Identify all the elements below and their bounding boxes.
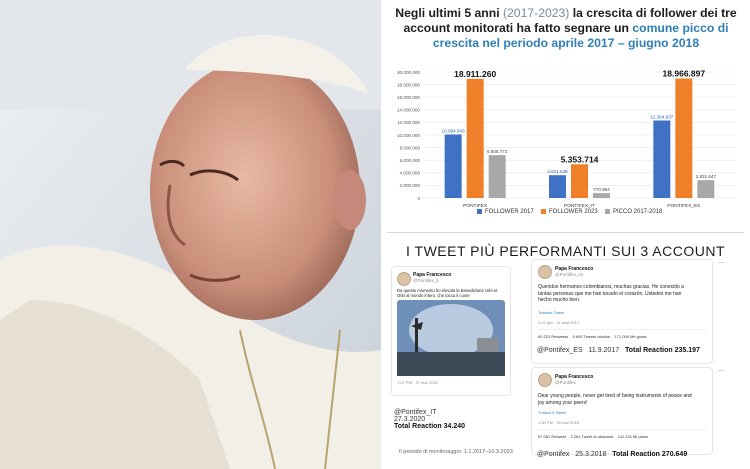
legend-label: PICCO 2017-2018 <box>613 209 663 216</box>
y-tick-label: 0 <box>417 196 420 201</box>
bar <box>549 175 566 198</box>
bar <box>697 180 715 198</box>
bar-value-label: 18.966.897 <box>663 69 706 79</box>
bar-value-label: 3.621.635 <box>547 169 568 174</box>
divider <box>538 429 706 430</box>
bar-value-label: 6.805.772 <box>487 149 508 154</box>
divider <box>387 232 744 233</box>
tweet-text: Dear young people, never get tired of be… <box>538 393 692 406</box>
tweet-stats: 60.223 Retweets 5.605 Tweets citados 171… <box>538 334 647 339</box>
bar <box>466 78 484 198</box>
tweet-author-handle: @Pontifex_es <box>555 272 584 277</box>
caption-account: @Pontifex_IT <box>394 409 437 416</box>
bar-value-label: 12.304.837 <box>650 114 673 119</box>
legend-label: FOLLOWER 2023 <box>549 209 598 216</box>
chart-legend: FOLLOWER 2017 FOLLOWER 2023 PICCO 2017-2… <box>381 209 750 221</box>
pope-photo <box>0 0 381 469</box>
y-tick-label: 2.000.000 <box>400 183 421 188</box>
tweet-photo-st-peters-square <box>397 300 505 376</box>
headline-years: (2017-2023) <box>502 6 570 20</box>
tweet-author-handle: @Pontifex <box>555 380 576 385</box>
bar-value-label: 10.084.643 <box>442 128 465 133</box>
y-tick-label: 16.000.000 <box>397 95 420 100</box>
avatar <box>538 265 552 279</box>
monitoring-period-note: Il periodo di monitoraggio: 1.1.2017–10.… <box>399 449 513 455</box>
tweet-text: Da questo momento ho elevato la Benedizi… <box>397 288 498 298</box>
headline: Negli ultimi 5 anni (2017-2023) la cresc… <box>391 6 741 51</box>
bar-value-label: 770.994 <box>593 187 610 192</box>
follower-bar-chart: 0 2.000.000 4.000.000 6.000.000 8.000.000 10.… <box>397 69 736 209</box>
tweet-stats: 57.081 Retweet 2.261 Tweet di citazione … <box>538 434 648 439</box>
y-tick-label: 6.000.000 <box>400 158 421 163</box>
translate-link[interactable]: Traduci il Tweet <box>538 410 566 415</box>
bar <box>571 164 588 198</box>
bar-value-label: 18.911.260 <box>454 69 496 79</box>
bar <box>653 120 671 198</box>
infographic-panel: Negli ultimi 5 anni (2017-2023) la cresc… <box>381 0 750 469</box>
legend-swatch-icon <box>541 209 546 214</box>
caption-date: 25.3.2018 <box>575 451 607 458</box>
legend-item-follower-2017: FOLLOWER 2017 <box>477 209 534 215</box>
translate-link[interactable]: Traducir Tweet <box>538 310 564 315</box>
tweet-author-handle: @Pontifex_it <box>413 278 439 283</box>
tweet-caption-pontifex: @Pontifex 25.3.2018 Total Reaction 270.6… <box>537 451 687 458</box>
tweet-meta: 1:30 PM · 25 mar 2018 <box>538 420 579 425</box>
bar <box>488 155 506 198</box>
bar <box>593 193 610 198</box>
legend-swatch-icon <box>477 209 482 214</box>
tweet-caption-pontifex-es: @Pontifex_ES 11.9.2017 Total Reaction 23… <box>537 347 700 354</box>
bar <box>444 134 462 198</box>
pope-portrait-image <box>0 0 381 469</box>
caption-reaction: Total Reaction 34.240 <box>394 423 466 430</box>
avatar <box>538 373 552 387</box>
y-tick-label: 4.000.000 <box>400 171 421 176</box>
tweet-card-pontifex-it[interactable]: Papa Francesco @Pontifex_it Da questo mo… <box>391 266 511 396</box>
tweet-card-pontifex[interactable]: Papa Francesco @Pontifex Dear young peop… <box>531 367 713 455</box>
tweet-text: Queridos hermanos colombianos, muchas gr… <box>538 284 684 303</box>
y-tick-label: 20.000.000 <box>397 70 420 75</box>
headline-part1: Negli ultimi 5 anni <box>395 6 503 20</box>
section-title: I TWEET PIÙ PERFORMANTI SUI 3 ACCOUNT <box>405 243 725 259</box>
y-tick-label: 18.000.000 <box>397 82 420 87</box>
more-icon[interactable]: ⋯ <box>718 259 725 267</box>
divider <box>538 329 706 330</box>
caption-date: 27.3.2020 <box>394 416 426 423</box>
avatar <box>397 272 411 286</box>
caption-account: @Pontifex_ES <box>537 347 583 354</box>
y-tick-label: 8.000.000 <box>400 145 421 150</box>
legend-label: FOLLOWER 2017 <box>485 209 534 216</box>
bar <box>675 78 693 198</box>
y-tick-label: 10.000.000 <box>397 133 420 138</box>
caption-reaction: Total Reaction 270.649 <box>612 451 688 458</box>
more-icon[interactable]: ⋯ <box>718 367 725 375</box>
legend-item-picco: PICCO 2017-2018 <box>605 209 662 215</box>
legend-item-follower-2023: FOLLOWER 2023 <box>541 209 598 215</box>
caption-date: 11.9.2017 <box>588 347 620 354</box>
tweet-meta: 3:22 AM · 11 sept 2017 <box>538 320 580 325</box>
caption-reaction: Total Reaction 235.197 <box>624 347 700 354</box>
y-tick-label: 12.000.000 <box>397 120 420 125</box>
legend-swatch-icon <box>605 209 610 214</box>
tweet-meta: 7:07 PM · 27 mar 2020 <box>397 380 438 385</box>
bar-value-label: 5.353.714 <box>561 154 599 164</box>
tweet-caption-pontifex-it: @Pontifex_IT 27.3.2020 Total Reaction 34… <box>394 409 465 430</box>
y-tick-label: 14.000.000 <box>397 108 420 113</box>
bar-value-label: 2.831.647 <box>696 174 717 179</box>
